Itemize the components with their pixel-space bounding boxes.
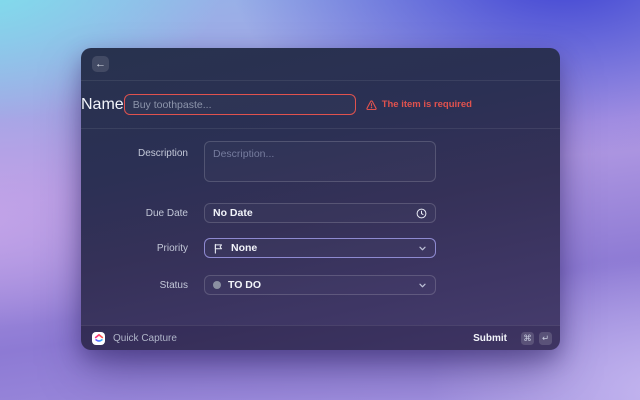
validation-error: The item is required xyxy=(366,99,472,110)
status-label: Status xyxy=(81,280,188,291)
form-body: Description Due Date No Date xyxy=(81,129,560,325)
back-button[interactable]: ← xyxy=(92,56,109,72)
due-date-row: Due Date No Date xyxy=(81,203,560,223)
status-row: Status TO DO xyxy=(81,275,560,295)
titlebar: ← xyxy=(81,48,560,81)
due-date-label: Due Date xyxy=(81,208,188,219)
priority-select[interactable]: None xyxy=(204,238,436,258)
status-value: TO DO xyxy=(228,279,411,291)
priority-value: None xyxy=(231,242,411,254)
command-key-icon[interactable]: ⌘ xyxy=(521,332,534,345)
priority-row: Priority None xyxy=(81,238,560,258)
chevron-down-icon xyxy=(418,281,427,290)
app-logo-icon xyxy=(92,332,105,345)
description-label: Description xyxy=(81,141,188,159)
name-row: Name The item is required xyxy=(81,81,560,129)
quick-capture-window: ← Name The item is required Description xyxy=(81,48,560,350)
flag-icon xyxy=(213,243,224,254)
back-arrow-icon: ← xyxy=(95,58,106,70)
priority-label: Priority xyxy=(81,243,188,254)
app-name: Quick Capture xyxy=(113,333,177,344)
enter-key-icon[interactable]: ↵ xyxy=(539,332,552,345)
clock-icon xyxy=(416,208,427,219)
footer-bar: Quick Capture Submit ⌘ ↵ xyxy=(81,325,560,350)
due-date-field[interactable]: No Date xyxy=(204,203,436,223)
status-select[interactable]: TO DO xyxy=(204,275,436,295)
name-label: Name xyxy=(81,96,124,114)
status-dot-icon xyxy=(213,281,221,289)
description-input[interactable] xyxy=(204,141,436,182)
warning-triangle-icon xyxy=(366,100,377,110)
description-row: Description xyxy=(81,141,560,187)
chevron-down-icon xyxy=(418,244,427,253)
submit-button[interactable]: Submit xyxy=(473,333,507,344)
validation-error-text: The item is required xyxy=(382,99,472,110)
name-input[interactable] xyxy=(124,94,356,115)
due-date-value: No Date xyxy=(213,207,409,219)
